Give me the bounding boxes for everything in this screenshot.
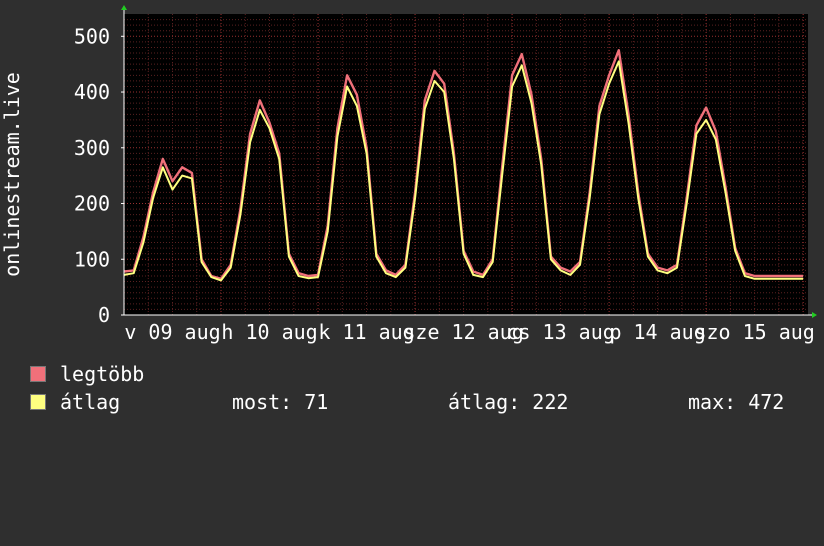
y-tick-label: 200 — [74, 192, 110, 216]
legend-label-legtobb: legtöbb — [60, 362, 145, 386]
y-axis-label: onlinestream.live — [0, 72, 24, 277]
y-axis-arrow-icon — [121, 5, 127, 10]
stat-most: most: 71 — [232, 390, 329, 414]
y-tick-label: 300 — [74, 136, 110, 160]
legend-swatch-legtobb — [30, 366, 46, 382]
x-tick-label: p 14 aug — [609, 320, 705, 344]
legend-item-atlag: átlag most: 71 átlag: 222 max: 472 — [30, 391, 810, 413]
x-tick-label: k 11 aug — [318, 320, 414, 344]
legend-item-legtobb: legtöbb — [30, 363, 150, 385]
y-tick-label: 100 — [74, 247, 110, 271]
y-tick-label: 0 — [98, 303, 110, 327]
stat-atlag: átlag: 222 — [448, 390, 569, 414]
stat-max: max: 472 — [688, 390, 785, 414]
legend-label-atlag: átlag — [60, 390, 121, 414]
chart-root: 0 100 200 300 400 500 v 09 aug h 10 aug k 11 aug… — [0, 0, 824, 430]
y-tick-label: 500 — [74, 24, 110, 48]
x-tick-label: cs 13 aug — [506, 320, 614, 344]
x-tick-label: szo 15 aug — [694, 320, 814, 344]
x-axis-arrow-icon — [812, 312, 817, 318]
x-tick-label: h 10 aug — [221, 320, 317, 344]
x-tick-label: v 09 aug — [124, 320, 220, 344]
y-tick-label: 400 — [74, 80, 110, 104]
legend-swatch-atlag — [30, 394, 46, 410]
